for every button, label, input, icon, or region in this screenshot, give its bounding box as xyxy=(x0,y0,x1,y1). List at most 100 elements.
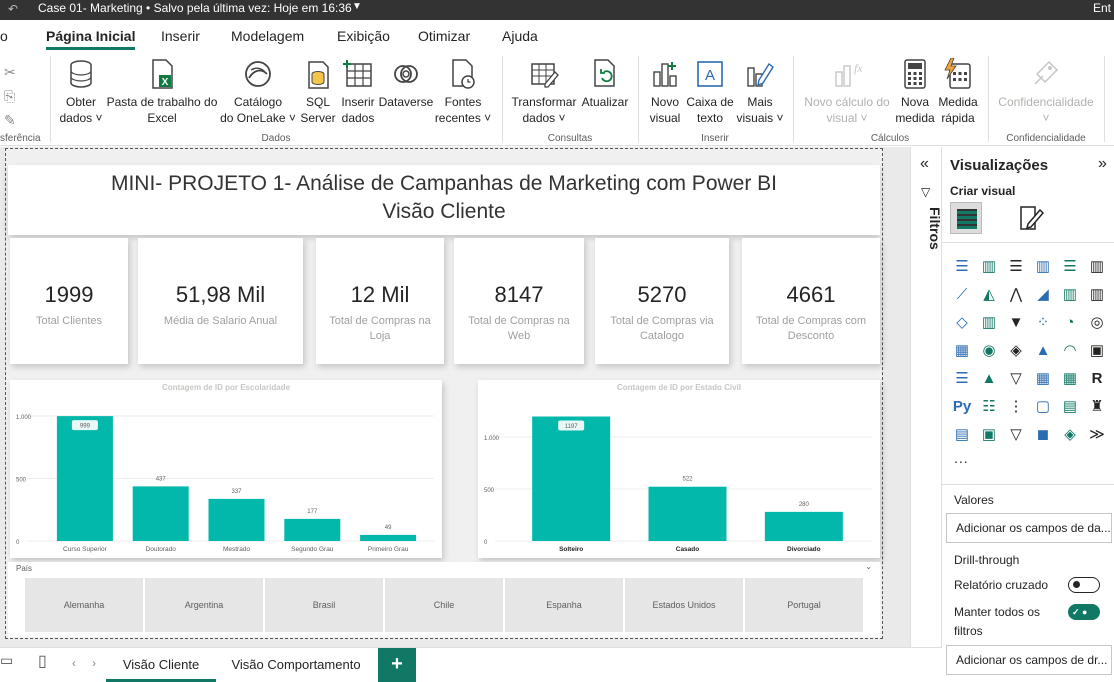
novo-calculo-visual-button[interactable]: fx Novo cálculo do visual ˅ xyxy=(800,58,894,126)
manter-filtros-toggle[interactable]: ✓ ● xyxy=(1068,604,1100,620)
stacked-area-chart-icon[interactable]: ⋀ xyxy=(1006,285,1026,305)
waterfall-chart-icon[interactable]: ▥ xyxy=(979,313,999,333)
slicer-item[interactable]: Alemanha xyxy=(25,578,143,632)
mobile-view-icon[interactable]: ▯ xyxy=(38,651,47,671)
title-dropdown-icon[interactable]: ▼ xyxy=(352,1,362,12)
kpi-card-media-salario[interactable]: 51,98 Mil Média de Salario Anual xyxy=(138,238,303,364)
matrix-icon[interactable]: ▦ xyxy=(1060,369,1080,389)
kpi-card-total-clientes[interactable]: 1999 Total Clientes xyxy=(10,238,128,364)
bar[interactable] xyxy=(360,534,417,541)
pasta-trabalho-excel-button[interactable]: X Pasta de trabalho do Excel xyxy=(105,58,219,126)
bar[interactable] xyxy=(648,486,727,541)
pie-chart-icon[interactable]: ◔ xyxy=(1060,313,1080,333)
confidencialidade-button[interactable]: Confidencialidade ˅ xyxy=(994,58,1098,126)
next-page-icon[interactable]: › xyxy=(92,656,96,670)
slicer-item[interactable]: Portugal xyxy=(745,578,863,632)
narrative-icon[interactable]: ▤ xyxy=(1060,397,1080,417)
relatorio-cruzado-toggle[interactable] xyxy=(1068,577,1100,593)
expand-right-icon[interactable]: » xyxy=(1098,155,1107,173)
chart-escolaridade[interactable]: Contagem de ID por Escolaridade 0 500 1.00… xyxy=(10,380,442,558)
tab-otimizar[interactable]: Otimizar xyxy=(418,28,470,44)
new-card-icon[interactable]: ▣ xyxy=(979,425,999,445)
page-tab-visao-comportamento[interactable]: Visão Comportamento xyxy=(218,648,374,682)
slicer-item[interactable]: Chile xyxy=(385,578,503,632)
page-tab-visao-cliente[interactable]: Visão Cliente xyxy=(106,648,216,682)
clustered-column-chart-icon[interactable]: ▥ xyxy=(1033,257,1053,277)
map-icon[interactable]: ◉ xyxy=(979,341,999,361)
stacked-bar-chart-icon[interactable]: ☰ xyxy=(952,257,972,277)
r-visual-icon[interactable]: R xyxy=(1087,369,1107,389)
power-automate-icon[interactable]: ◈ xyxy=(1060,425,1080,445)
clustered-bar-chart-icon[interactable]: ☰ xyxy=(1006,257,1026,277)
button-slicer-icon[interactable]: ▽ xyxy=(1006,425,1026,445)
bar[interactable] xyxy=(208,498,265,541)
kpi-card-compras-web[interactable]: 8147 Total de Compras na Web xyxy=(454,238,584,364)
caixa-texto-button[interactable]: A Caixa de texto xyxy=(686,58,734,126)
collapse-left-icon[interactable]: « xyxy=(920,155,929,173)
slicer-item[interactable]: Argentina xyxy=(145,578,263,632)
back-arrow-icon[interactable]: ↶ xyxy=(8,2,18,16)
line-stacked-column-icon[interactable]: ▥ xyxy=(1087,285,1107,305)
goals-icon[interactable]: ♜ xyxy=(1087,397,1107,417)
slicer-item[interactable]: Estados Unidos xyxy=(625,578,743,632)
nova-medida-button[interactable]: Nova medida xyxy=(895,58,935,126)
donut-chart-icon[interactable]: ◎ xyxy=(1087,313,1107,333)
chevron-down-icon[interactable]: ⌄ xyxy=(865,562,872,571)
treemap-icon[interactable]: ▦ xyxy=(952,341,972,361)
mais-visuais-button[interactable]: Mais visuais ˅ xyxy=(734,58,786,126)
table-icon[interactable]: ▦ xyxy=(1033,369,1053,389)
bar[interactable] xyxy=(532,416,611,541)
atualizar-button[interactable]: Atualizar xyxy=(580,58,630,110)
gauge-icon[interactable]: ◠ xyxy=(1060,341,1080,361)
tab-modelagem[interactable]: Modelagem xyxy=(231,28,304,44)
line-chart-icon[interactable]: ⟋ xyxy=(952,285,972,305)
add-page-button[interactable]: + xyxy=(378,648,416,682)
obter-dados-button[interactable]: Obter dados ˅ xyxy=(56,58,106,126)
report-title-card[interactable]: MINI- PROJETO 1- Análise de Campanhas de… xyxy=(8,165,880,235)
sql-server-button[interactable]: SQL Server xyxy=(298,58,338,126)
kpi-card-compras-loja[interactable]: 12 Mil Total de Compras na Loja xyxy=(316,238,444,364)
ribbon-chart-icon[interactable]: ◇ xyxy=(952,313,972,333)
key-influencers-icon[interactable]: ☷ xyxy=(979,397,999,417)
paginated-report-icon[interactable]: ▤ xyxy=(952,425,972,445)
bar[interactable] xyxy=(132,486,189,541)
build-visual-tab[interactable] xyxy=(950,202,982,234)
bar[interactable] xyxy=(764,511,843,541)
fontes-recentes-button[interactable]: Fontes recentes ˅ xyxy=(434,58,492,126)
slicer-icon[interactable]: ▽ xyxy=(1006,369,1026,389)
catalogo-onelake-button[interactable]: Catálogo do OneLake ˅ xyxy=(220,58,296,126)
medida-rapida-button[interactable]: Medida rápida xyxy=(936,58,980,126)
kpi-card-compras-catalogo[interactable]: 5270 Total de Compras via Catalogo xyxy=(595,238,729,364)
format-visual-icon[interactable] xyxy=(1018,204,1044,232)
bar[interactable] xyxy=(56,416,113,541)
valores-field-well[interactable]: Adicionar os campos de da... xyxy=(946,513,1112,543)
ribbon-area-icon[interactable]: ◢ xyxy=(1033,285,1053,305)
kpi-card-compras-desconto[interactable]: 4661 Total de Compras com Desconto xyxy=(742,238,880,364)
transformar-dados-button[interactable]: Transformar dados ˅ xyxy=(508,58,580,126)
power-apps-icon[interactable]: ◼ xyxy=(1033,425,1053,445)
slicer-pais[interactable]: País ⌄ Alemanha Argentina Brasil Chile E… xyxy=(8,562,880,637)
kpi-icon[interactable]: ▲ xyxy=(979,369,999,389)
area-chart-icon[interactable]: ◭ xyxy=(979,285,999,305)
prev-page-icon[interactable]: ‹ xyxy=(72,656,76,670)
funnel-chart-icon[interactable]: ▼ xyxy=(1006,313,1026,333)
tab-pagina-inicial[interactable]: Página Inicial xyxy=(46,28,136,50)
more-visuals-ellipsis[interactable]: ... xyxy=(954,450,969,466)
card-icon[interactable]: ▣ xyxy=(1087,341,1107,361)
100-bar-chart-icon[interactable]: ☰ xyxy=(1060,257,1080,277)
stacked-column-chart-icon[interactable]: ▥ xyxy=(979,257,999,277)
desktop-view-icon[interactable]: ▭ xyxy=(0,652,13,669)
dataverse-button[interactable]: Dataverse xyxy=(378,58,434,110)
decomposition-tree-icon[interactable]: ⋮ xyxy=(1006,397,1026,417)
tab-exibicao[interactable]: Exibição xyxy=(337,28,390,44)
filters-label[interactable]: Filtros xyxy=(913,207,943,250)
tab-ajuda[interactable]: Ajuda xyxy=(502,28,538,44)
slicer-item[interactable]: Espanha xyxy=(505,578,623,632)
novo-visual-button[interactable]: Novo visual xyxy=(645,58,685,126)
python-visual-icon[interactable]: Py xyxy=(952,397,972,417)
tab-arquivo[interactable]: o xyxy=(0,28,8,44)
qa-icon[interactable]: ▢ xyxy=(1033,397,1053,417)
clipboard-icons[interactable]: ✂ ⎘ ✎ xyxy=(4,60,16,132)
filters-pane[interactable]: « ▽ Filtros xyxy=(910,147,943,647)
azure-map-icon[interactable]: ▲ xyxy=(1033,341,1053,361)
